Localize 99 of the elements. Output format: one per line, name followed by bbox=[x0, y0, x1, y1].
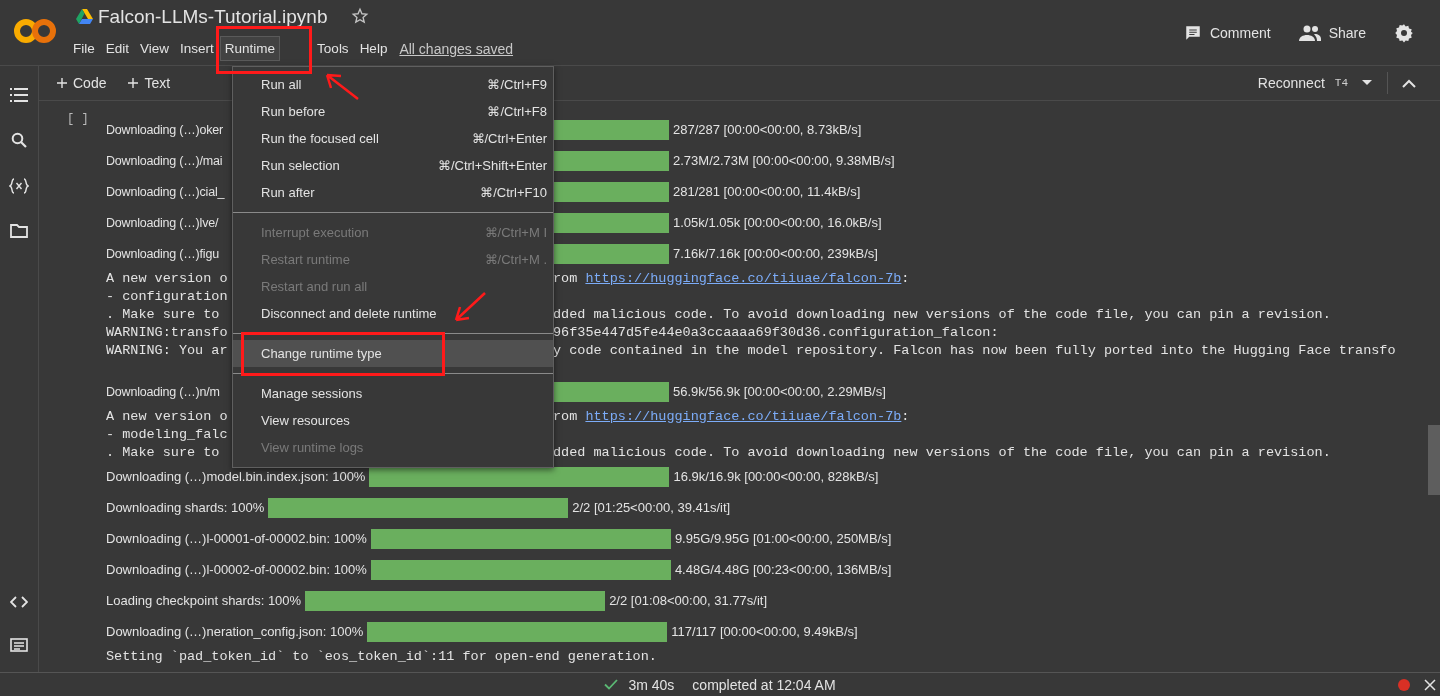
share-button[interactable]: Share bbox=[1298, 25, 1366, 41]
menu-item[interactable]: Run after ⌘/Ctrl+F10 bbox=[233, 179, 553, 206]
output-text: - configuration bbox=[106, 288, 229, 304]
progress-label: Downloading (…)neration_config.json: 100% bbox=[106, 624, 364, 639]
output-text: rom bbox=[553, 270, 579, 286]
progress-label: Downloading (…)model.bin.index.json: 100% bbox=[106, 469, 366, 484]
progress-reading: 4.48G/4.48G [00:23<00:00, 136MB/s] bbox=[674, 562, 892, 577]
menu-item[interactable]: Change runtime type bbox=[233, 340, 553, 367]
output-text: . Make sure to bbox=[106, 306, 221, 322]
output-text: Setting `pad_token_id` to `eos_token_id`:11 for open-end generation. bbox=[106, 648, 657, 664]
shortcut-label: ⌘/Ctrl+F9 bbox=[487, 77, 547, 92]
progress-reading: 281/281 [00:00<00:00, 11.4kB/s] bbox=[673, 184, 861, 199]
terminal-icon[interactable] bbox=[10, 638, 28, 652]
status-dot-icon bbox=[1398, 679, 1410, 691]
output-text: : bbox=[901, 408, 910, 424]
progress-label: Downloading (…)cial_ bbox=[106, 184, 226, 199]
progress-label: Downloading shards: 100% bbox=[106, 500, 265, 515]
progress-label: Downloading (…)n/m bbox=[106, 384, 221, 399]
caret-icon[interactable] bbox=[1362, 80, 1372, 86]
shortcut-label: ⌘/Ctrl+Shift+Enter bbox=[437, 158, 547, 173]
elapsed-time: 3m 40s bbox=[628, 676, 675, 693]
output-text: A new version o bbox=[106, 408, 229, 424]
annotation-arrow bbox=[454, 291, 487, 322]
chevron-up-icon[interactable] bbox=[1402, 78, 1416, 88]
shortcut-label: ⌘/Ctrl+F10 bbox=[480, 185, 547, 200]
progress-label: Downloading (…)figu bbox=[106, 246, 220, 261]
add-cell-button[interactable]: Text bbox=[128, 75, 171, 91]
progress-reading: 56.9k/56.9k [00:00<00:00, 2.29MB/s] bbox=[673, 384, 886, 399]
progress-reading: 7.16k/7.16k [00:00<00:00, 239kB/s] bbox=[673, 246, 878, 261]
progress-reading: 9.95G/9.95G [01:00<00:00, 250MB/s] bbox=[674, 531, 892, 546]
reconnect-button[interactable]: Reconnect bbox=[1257, 75, 1325, 91]
settings-icon[interactable] bbox=[1394, 23, 1414, 43]
menu-item[interactable]: Disconnect and delete runtime bbox=[233, 300, 553, 327]
progress-label: Downloading (…)l-00001-of-00002.bin: 100% bbox=[106, 531, 367, 546]
output-text: WARNING:transfo bbox=[106, 324, 229, 340]
output-text: dded malicious code. To avoid downloading new versions of the code file, you can pin a revision. bbox=[553, 306, 1331, 322]
output-text: rom bbox=[553, 408, 579, 424]
code-icon[interactable] bbox=[10, 596, 28, 608]
menu-tab[interactable]: View bbox=[135, 36, 175, 61]
menu-item[interactable]: Manage sessions bbox=[233, 380, 553, 407]
progress-label: Downloading (…)l-00002-of-00002.bin: 100% bbox=[106, 562, 367, 577]
url-link[interactable]: https://huggingface.co/tiiuae/falcon-7b bbox=[585, 408, 902, 424]
drive-icon bbox=[76, 8, 93, 24]
run-indicator[interactable]: [ ] bbox=[67, 112, 89, 126]
completion-text: completed at 12:04 AM bbox=[692, 676, 836, 693]
menu-tab[interactable]: Tools bbox=[312, 36, 354, 61]
check-icon bbox=[604, 679, 619, 690]
shortcut-label: ⌘/Ctrl+M I bbox=[484, 225, 547, 240]
progress-label: Downloading (…)/mai bbox=[106, 153, 224, 168]
menu-item[interactable]: Run selection ⌘/Ctrl+Shift+Enter bbox=[233, 152, 553, 179]
menu-item[interactable]: Run all ⌘/Ctrl+F9 bbox=[233, 71, 553, 98]
star-icon[interactable] bbox=[350, 7, 369, 25]
annotation-arrow bbox=[325, 73, 360, 101]
progress-label: Downloading (…)oker bbox=[106, 122, 225, 137]
progress-reading: 2/2 [01:08<00:00, 31.77s/it] bbox=[609, 593, 768, 608]
shortcut-label: ⌘/Ctrl+Enter bbox=[471, 131, 547, 146]
menu-tab[interactable]: Help bbox=[354, 36, 393, 61]
output-text: 96f35e447d5fe44e0a3ccaaaa69f30d36.configuration_falcon: bbox=[553, 324, 999, 340]
save-status-link[interactable]: All changes saved bbox=[399, 40, 514, 57]
progress-reading: 2.73M/2.73M [00:00<00:00, 9.38MB/s] bbox=[673, 153, 895, 168]
output-text: dded malicious code. To avoid downloading new versions of the code file, you can pin a revision. bbox=[553, 444, 1331, 460]
progress-reading: 117/117 [00:00<00:00, 9.49kB/s] bbox=[671, 624, 858, 639]
progress-label: Downloading (…)lve/ bbox=[106, 215, 220, 230]
progress-reading: 2/2 [01:25<00:00, 39.41s/it] bbox=[572, 500, 731, 515]
progress-reading: 16.9k/16.9k [00:00<00:00, 828kB/s] bbox=[673, 469, 879, 484]
add-cell-button[interactable]: Code bbox=[57, 75, 107, 91]
menu-tab[interactable]: Runtime bbox=[219, 36, 281, 61]
menu-item[interactable]: Run the focused cell ⌘/Ctrl+Enter bbox=[233, 125, 553, 152]
comment-button[interactable]: Comment bbox=[1183, 24, 1271, 42]
comment-icon bbox=[1183, 24, 1202, 42]
close-icon[interactable] bbox=[1424, 679, 1436, 691]
shortcut-label: ⌘/Ctrl+M . bbox=[484, 252, 547, 267]
menu-item[interactable]: Run before ⌘/Ctrl+F8 bbox=[233, 98, 553, 125]
output-text: y code contained in the model repository. Falcon has now been fully ported into the Hugging Face transfo bbox=[553, 342, 1396, 358]
shortcut-label: ⌘/Ctrl+F8 bbox=[487, 104, 547, 119]
search-icon[interactable] bbox=[11, 132, 27, 148]
folder-icon[interactable] bbox=[10, 224, 28, 238]
output-text: WARNING: You ar bbox=[106, 342, 229, 358]
notebook-title[interactable]: Falcon-LLMs-Tutorial.ipynb bbox=[98, 5, 328, 27]
url-link[interactable]: https://huggingface.co/tiiuae/falcon-7b bbox=[585, 270, 902, 286]
output-text: : bbox=[901, 270, 910, 286]
output-text: - modeling_falc bbox=[106, 426, 229, 442]
table-of-contents-icon[interactable] bbox=[10, 88, 28, 102]
menu-tab[interactable]: Insert bbox=[175, 36, 219, 61]
plus-icon bbox=[57, 78, 67, 88]
progress-label: Loading checkpoint shards: 100% bbox=[106, 593, 302, 608]
menu-tab[interactable]: Edit bbox=[100, 36, 135, 61]
output-text: A new version o bbox=[106, 270, 229, 286]
variables-icon[interactable] bbox=[9, 178, 29, 194]
accelerator-label: T4 bbox=[1334, 77, 1348, 89]
menu-item[interactable]: View resources bbox=[233, 407, 553, 434]
logo-icon[interactable] bbox=[13, 17, 57, 45]
progress-reading: 1.05k/1.05k [00:00<00:00, 16.0kB/s] bbox=[673, 215, 882, 230]
scrollbar-thumb[interactable] bbox=[1428, 425, 1440, 495]
progress-reading: 287/287 [00:00<00:00, 8.73kB/s] bbox=[673, 122, 862, 137]
output-text: . Make sure to bbox=[106, 444, 221, 460]
menu-tab[interactable]: File bbox=[68, 36, 100, 61]
people-icon bbox=[1298, 25, 1321, 41]
plus-icon bbox=[128, 78, 139, 88]
